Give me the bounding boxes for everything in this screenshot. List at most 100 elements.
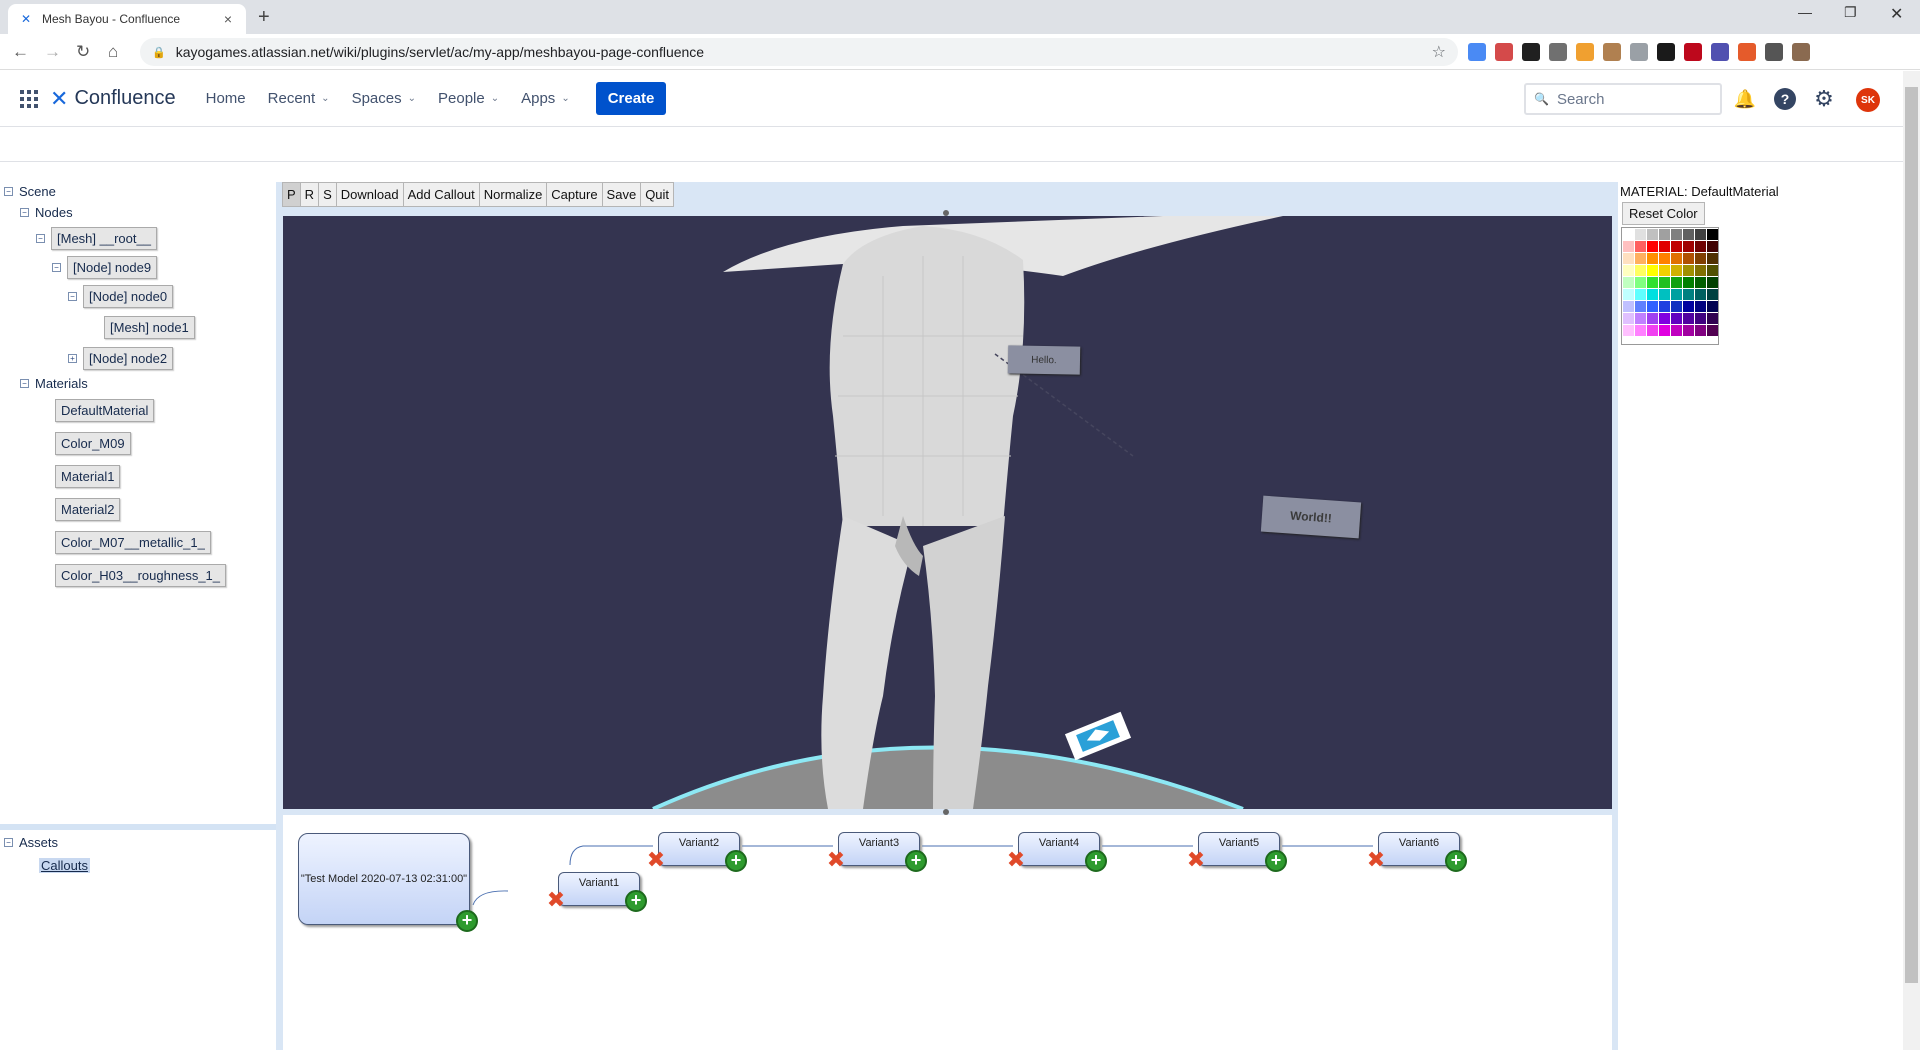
color-swatch[interactable] <box>1683 253 1694 264</box>
browser-extension-icon[interactable] <box>1495 43 1513 61</box>
viewport-resize-grip-top[interactable] <box>943 210 949 216</box>
color-swatch[interactable] <box>1647 241 1658 252</box>
nav-spaces[interactable]: Spaces ⌄ <box>352 90 416 107</box>
color-swatch[interactable] <box>1623 325 1634 336</box>
tree-material[interactable]: Color_M07__metallic_1_ <box>55 531 211 554</box>
material-button[interactable]: Material2 <box>55 498 121 521</box>
browser-extension-icon[interactable] <box>1468 43 1486 61</box>
callouts-label[interactable]: Callouts <box>39 858 90 873</box>
nav-recent[interactable]: Recent ⌄ <box>268 90 330 107</box>
color-swatch[interactable] <box>1683 325 1694 336</box>
root-model-node[interactable]: "Test Model 2020-07-13 02:31:00" <box>298 833 470 925</box>
forward-icon[interactable]: → <box>44 42 61 62</box>
color-swatch[interactable] <box>1635 277 1646 288</box>
color-swatch[interactable] <box>1635 325 1646 336</box>
nav-home[interactable]: Home <box>206 90 246 107</box>
search-input[interactable]: 🔍 Search <box>1524 83 1722 115</box>
material-button[interactable]: Color_M07__metallic_1_ <box>55 531 211 554</box>
color-swatch[interactable] <box>1659 253 1670 264</box>
color-swatch[interactable] <box>1683 289 1694 300</box>
restore-icon[interactable]: ❐ <box>1844 4 1857 21</box>
color-swatch[interactable] <box>1707 301 1718 312</box>
color-swatch[interactable] <box>1671 229 1682 240</box>
nav-apps[interactable]: Apps ⌄ <box>521 90 570 107</box>
bookmark-star-icon[interactable]: ☆ <box>1432 42 1446 62</box>
color-swatch[interactable] <box>1635 241 1646 252</box>
tree-node-node0[interactable]: − [Node] node0 <box>68 285 174 308</box>
expand-icon[interactable]: + <box>68 354 77 363</box>
collapse-icon[interactable]: − <box>52 263 61 272</box>
color-swatch[interactable] <box>1671 289 1682 300</box>
browser-extension-icon[interactable] <box>1792 43 1810 61</box>
delete-variant-icon[interactable]: ✖ <box>546 889 566 911</box>
color-swatch[interactable] <box>1683 277 1694 288</box>
home-icon[interactable]: ⌂ <box>108 42 118 62</box>
color-swatch[interactable] <box>1623 265 1634 276</box>
tree-material[interactable]: Material1 <box>55 465 121 488</box>
material-button[interactable]: DefaultMaterial <box>55 399 155 422</box>
scale-mode-button[interactable]: S <box>318 182 337 207</box>
delete-variant-icon[interactable]: ✖ <box>1006 849 1026 871</box>
reset-color-button[interactable]: Reset Color <box>1622 202 1705 225</box>
settings-gear-icon[interactable]: ⚙ <box>1813 86 1835 111</box>
color-swatch[interactable] <box>1623 289 1634 300</box>
color-swatch[interactable] <box>1647 265 1658 276</box>
color-swatch[interactable] <box>1695 277 1706 288</box>
collapse-icon[interactable]: − <box>68 292 77 301</box>
color-swatch[interactable] <box>1635 253 1646 264</box>
color-swatch[interactable] <box>1671 325 1682 336</box>
color-swatch[interactable] <box>1647 313 1658 324</box>
color-swatch[interactable] <box>1695 265 1706 276</box>
color-swatch[interactable] <box>1659 265 1670 276</box>
notifications-icon[interactable]: 🔔 <box>1734 88 1756 110</box>
tree-scene[interactable]: − Scene <box>4 184 56 199</box>
color-swatch[interactable] <box>1635 301 1646 312</box>
callout-label-hello[interactable]: Hello. <box>1007 345 1081 375</box>
page-scrollbar[interactable] <box>1903 71 1920 1050</box>
close-window-icon[interactable]: ✕ <box>1890 4 1903 24</box>
new-tab-icon[interactable]: + <box>258 6 270 29</box>
browser-tab[interactable]: ✕ Mesh Bayou - Confluence × <box>8 4 246 34</box>
nav-people[interactable]: People ⌄ <box>438 90 499 107</box>
color-swatch[interactable] <box>1695 313 1706 324</box>
close-tab-icon[interactable]: × <box>220 11 236 27</box>
color-swatch[interactable] <box>1647 289 1658 300</box>
help-icon[interactable]: ? <box>1774 88 1796 110</box>
color-swatch[interactable] <box>1659 325 1670 336</box>
delete-variant-icon[interactable]: ✖ <box>646 849 666 871</box>
tree-material[interactable]: DefaultMaterial <box>55 399 155 422</box>
3d-viewport[interactable]: Hello. World!! <box>283 216 1612 809</box>
color-swatch[interactable] <box>1623 277 1634 288</box>
browser-extension-icon[interactable] <box>1576 43 1594 61</box>
download-button[interactable]: Download <box>335 182 404 207</box>
delete-variant-icon[interactable]: ✖ <box>1186 849 1206 871</box>
collapse-icon[interactable]: − <box>4 187 13 196</box>
reload-icon[interactable]: ↻ <box>76 42 90 62</box>
material-button[interactable]: Material1 <box>55 465 121 488</box>
rotate-mode-button[interactable]: R <box>299 182 320 207</box>
color-swatch[interactable] <box>1707 229 1718 240</box>
confluence-logo[interactable]: ✕ Confluence <box>50 86 176 112</box>
collapse-icon[interactable]: − <box>4 838 13 847</box>
color-swatch[interactable] <box>1659 313 1670 324</box>
capture-button[interactable]: Capture <box>546 182 603 207</box>
add-variant-icon[interactable]: + <box>1445 850 1467 872</box>
color-swatch[interactable] <box>1659 229 1670 240</box>
node-button[interactable]: [Node] node2 <box>83 347 174 370</box>
color-swatch[interactable] <box>1695 253 1706 264</box>
color-swatch[interactable] <box>1695 229 1706 240</box>
color-swatch[interactable] <box>1671 301 1682 312</box>
color-swatch[interactable] <box>1671 241 1682 252</box>
color-swatch[interactable] <box>1647 253 1658 264</box>
color-swatch[interactable] <box>1623 229 1634 240</box>
color-swatch[interactable] <box>1707 325 1718 336</box>
color-swatch[interactable] <box>1695 325 1706 336</box>
tree-nodes[interactable]: − Nodes <box>20 205 73 220</box>
color-swatch[interactable] <box>1671 253 1682 264</box>
normalize-button[interactable]: Normalize <box>478 182 548 207</box>
color-swatch[interactable] <box>1623 313 1634 324</box>
tree-material[interactable]: Color_M09 <box>55 432 131 455</box>
user-avatar[interactable]: SK <box>1856 88 1880 112</box>
create-button[interactable]: Create <box>595 82 667 115</box>
color-swatch[interactable] <box>1707 241 1718 252</box>
